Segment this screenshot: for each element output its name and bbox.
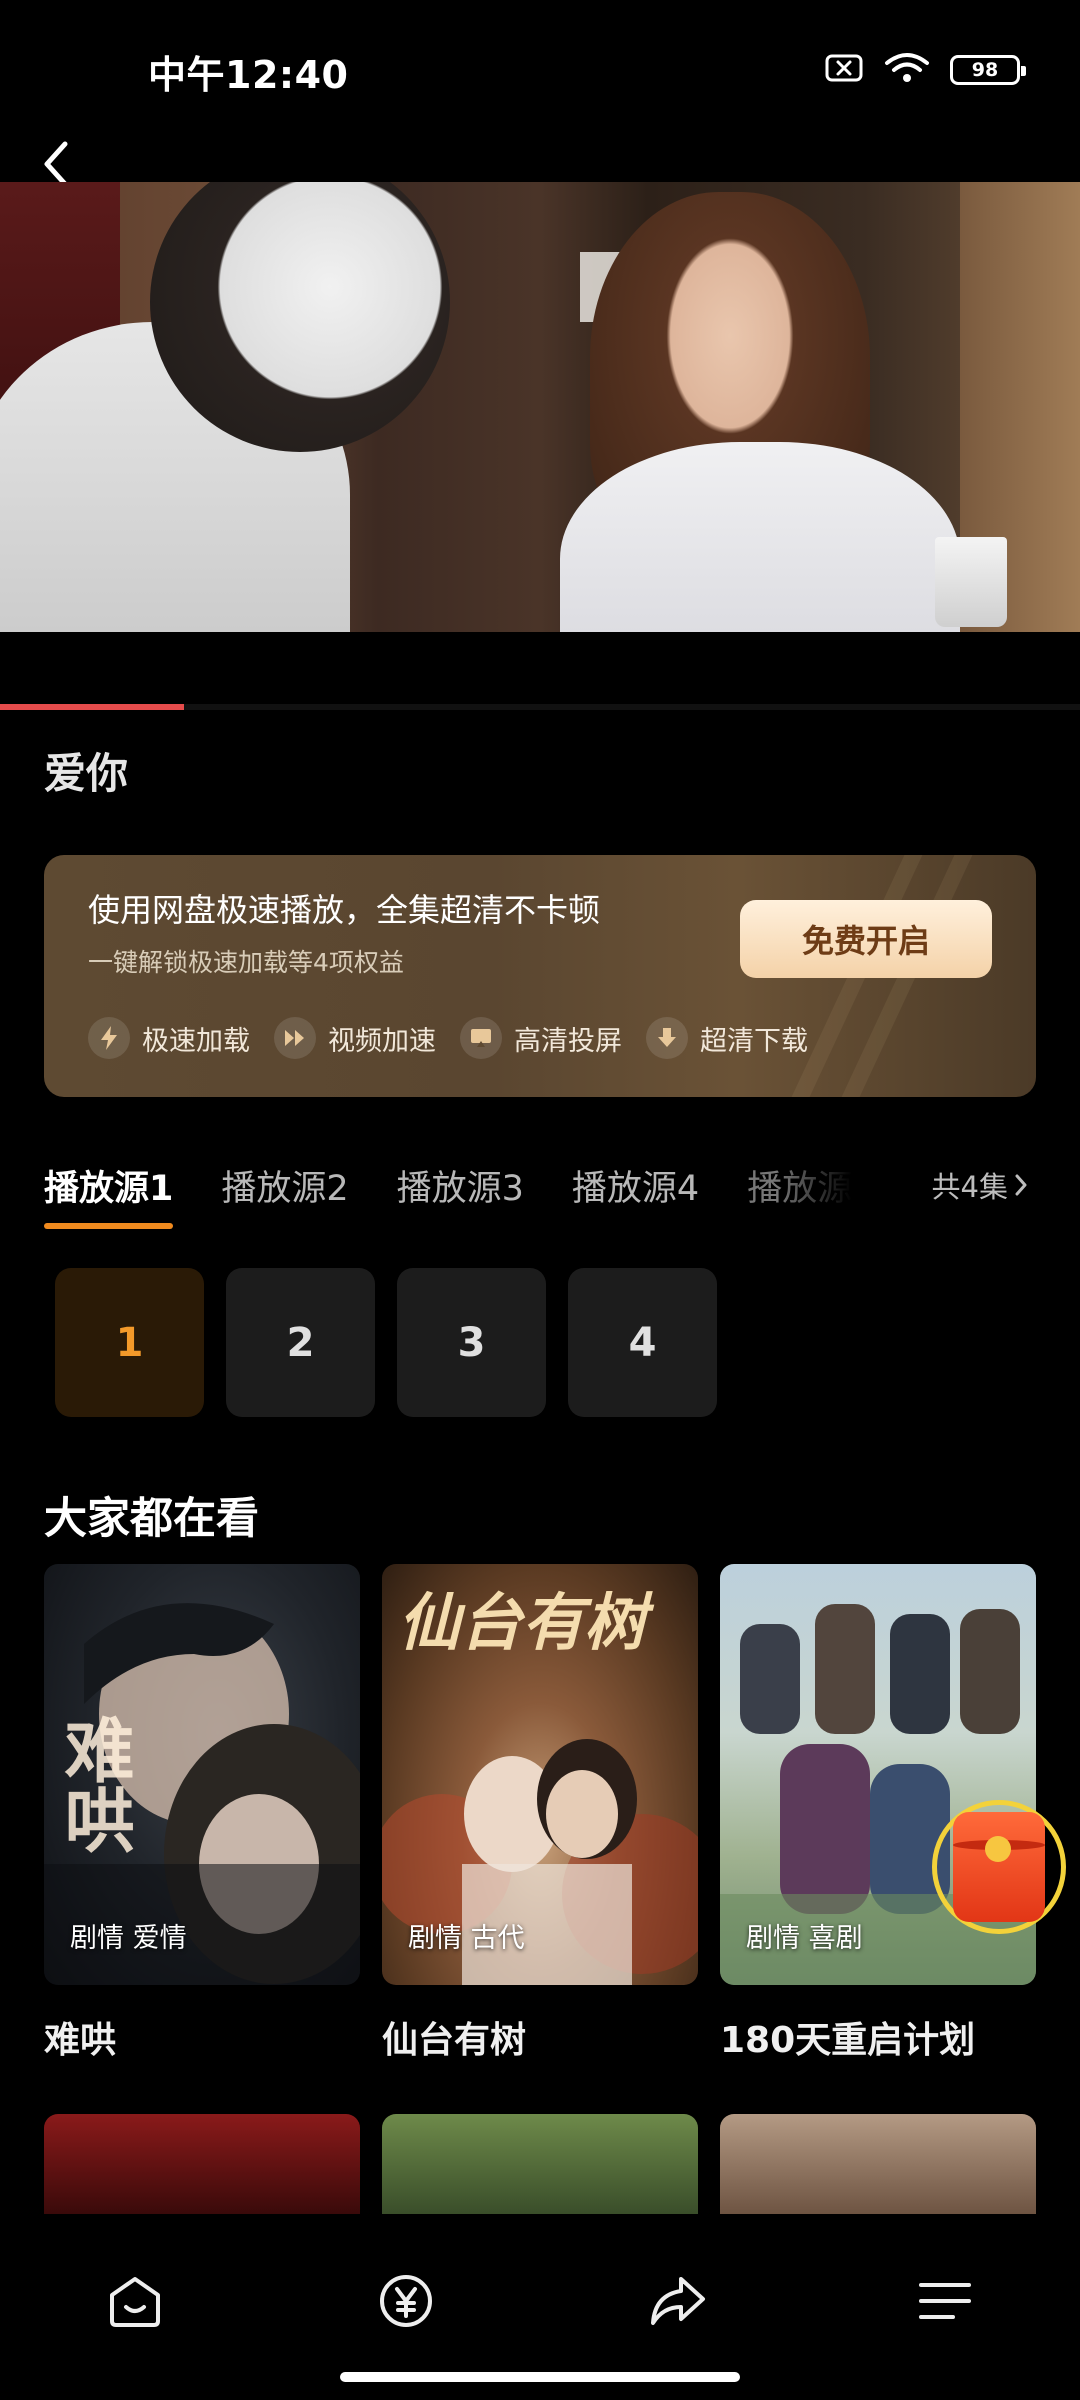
promo-subtitle: 一键解锁极速加载等4项权益	[88, 948, 404, 977]
card-title: 难哄	[44, 2020, 117, 2061]
source-tabs: 播放源1 播放源2 播放源3 播放源4 播放源	[44, 1160, 900, 1229]
poster-image: 难哄 剧情 爱情	[44, 1564, 360, 1985]
recommend-card[interactable]: 仙台有树 剧情 古代 仙台有树	[382, 1564, 698, 2063]
episode-count: 共4集	[931, 1170, 1008, 1204]
episode-button-1[interactable]: 1	[55, 1268, 204, 1417]
recommend-card-partial[interactable]	[720, 2114, 1036, 2214]
home-icon	[110, 2277, 160, 2327]
episode-button-3[interactable]: 3	[397, 1268, 546, 1417]
section-title: 大家都在看	[44, 1494, 259, 1544]
menu-button[interactable]	[910, 2266, 980, 2336]
yuan-button[interactable]	[371, 2266, 441, 2336]
tab-source-5[interactable]: 播放源	[747, 1160, 852, 1211]
video-frame-detail	[935, 537, 1007, 627]
recommend-card-partial[interactable]	[44, 2114, 360, 2214]
perk-hd-download: 超清下载	[646, 1017, 808, 1059]
fast-forward-icon	[274, 1017, 316, 1059]
perk-video-speed: 视频加速	[274, 1017, 436, 1059]
tab-indicator	[44, 1223, 174, 1229]
perk-label: 高清投屏	[514, 1025, 622, 1057]
perk-hd-cast: 高清投屏	[460, 1017, 622, 1059]
red-packet-button[interactable]	[932, 1800, 1066, 1934]
recommend-card[interactable]: 难哄 剧情 爱情 难哄	[44, 1564, 360, 2063]
playback-progress[interactable]	[0, 704, 1080, 710]
tab-source-2[interactable]: 播放源2	[221, 1160, 348, 1211]
chevron-right-icon	[1015, 1174, 1027, 1196]
tab-source-3[interactable]: 播放源3	[397, 1160, 524, 1211]
card-tags: 剧情 古代	[408, 1923, 525, 1954]
tab-source-1[interactable]: 播放源1	[44, 1160, 174, 1229]
card-tags: 剧情 喜剧	[746, 1923, 863, 1954]
lightning-icon	[88, 1017, 130, 1059]
status-bar: 中午12:40 98	[0, 0, 1080, 140]
playback-progress-fill	[0, 704, 184, 710]
episode-button-2[interactable]: 2	[226, 1268, 375, 1417]
chevron-left-icon	[44, 141, 68, 187]
perk-label: 超清下载	[700, 1025, 808, 1057]
status-icons: 98	[824, 50, 1026, 90]
yuan-coin-icon	[380, 2275, 432, 2327]
recommend-card-partial[interactable]	[382, 2114, 698, 2214]
card-tags: 剧情 爱情	[70, 1923, 187, 1954]
perk-fast-load: 极速加载	[88, 1017, 250, 1059]
video-frame-person	[560, 442, 960, 632]
card-title: 仙台有树	[382, 2020, 527, 2061]
promo-perks: 极速加载 视频加速 高清投屏 超清下载	[88, 1017, 808, 1059]
home-button[interactable]	[100, 2266, 170, 2336]
episode-count-link[interactable]: 共4集	[932, 1164, 1028, 1206]
sim-off-icon	[824, 52, 864, 88]
free-enable-button[interactable]: 免费开启	[740, 900, 992, 978]
cast-icon	[460, 1017, 502, 1059]
video-title: 爱你	[44, 749, 129, 798]
card-title: 180天重启计划	[720, 2020, 976, 2061]
wifi-icon	[884, 51, 930, 89]
poster-image: 仙台有树 剧情 古代	[382, 1564, 698, 1985]
share-button[interactable]	[642, 2266, 712, 2336]
home-indicator[interactable]	[340, 2372, 740, 2382]
perk-label: 视频加速	[328, 1025, 436, 1057]
episode-button-4[interactable]: 4	[568, 1268, 717, 1417]
battery-icon: 98	[950, 55, 1026, 85]
download-icon	[646, 1017, 688, 1059]
promo-banner[interactable]: 使用网盘极速播放，全集超清不卡顿 一键解锁极速加载等4项权益 免费开启 极速加载…	[44, 855, 1036, 1097]
tab-label: 播放源1	[44, 1169, 174, 1209]
status-time: 中午12:40	[148, 53, 349, 97]
tab-source-4[interactable]: 播放源4	[572, 1160, 699, 1211]
video-player[interactable]	[0, 182, 1080, 632]
episode-grid: 1 2 3 4	[55, 1268, 717, 1417]
menu-icon	[919, 2283, 971, 2319]
share-icon	[651, 2277, 705, 2325]
promo-title: 使用网盘极速播放，全集超清不卡顿	[88, 891, 601, 929]
red-envelope-icon	[953, 1812, 1045, 1922]
perk-label: 极速加载	[142, 1025, 250, 1057]
